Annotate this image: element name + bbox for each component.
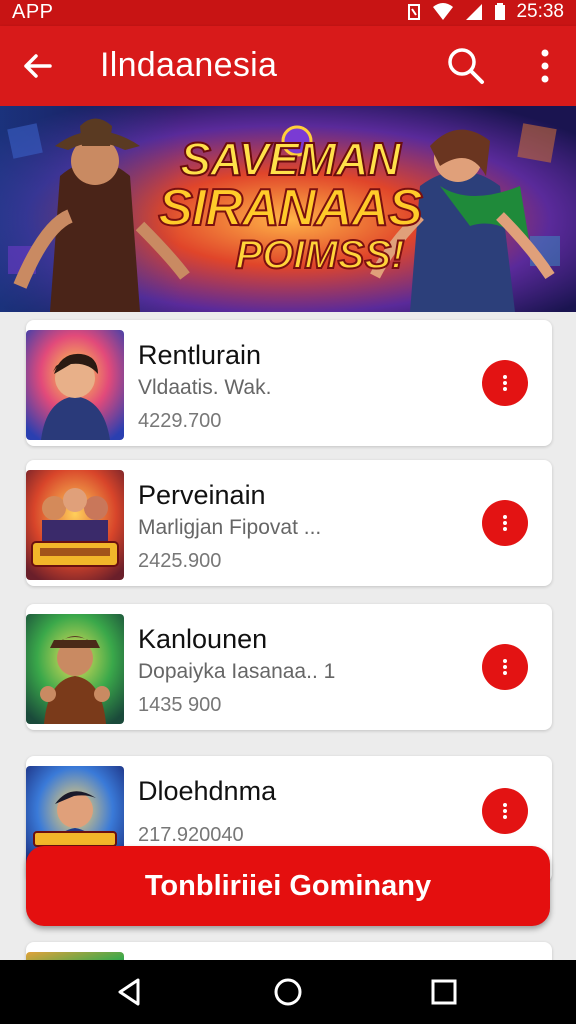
list-item[interactable]: Rentlurain Vldaatis. Wak. 4229.700 [26, 320, 552, 446]
signal-icon [466, 4, 483, 20]
app-bar: Ilndaanesia [0, 26, 576, 106]
nfc-icon [408, 4, 421, 20]
more-vertical-icon[interactable] [528, 44, 562, 88]
nav-back-icon[interactable] [114, 976, 146, 1008]
game-price: 217.920040 [138, 824, 244, 846]
status-icons: 25:38 [406, 1, 564, 23]
status-app-label: APP [12, 1, 54, 23]
back-arrow-icon[interactable] [18, 46, 58, 86]
game-title: Perveinain [138, 480, 266, 510]
game-title: Kanlounen [138, 624, 268, 654]
game-title: Rentlurain [138, 340, 262, 370]
banner-line-3: POIMSS! [235, 233, 406, 277]
banner-line-2: SIRANAAS [157, 179, 424, 237]
search-icon[interactable] [444, 44, 488, 88]
status-bar: APP 25:38 [0, 0, 576, 26]
promo-banner[interactable]: SAVEMAN SIRANAAS POIMSS! [0, 106, 576, 312]
game-thumbnail [26, 330, 124, 440]
game-description: Dopaiyka Iasanaa.. 1 [138, 660, 336, 683]
banner-headline: SAVEMAN SIRANAAS POIMSS! [140, 133, 440, 277]
game-thumbnail [26, 614, 124, 724]
list-item[interactable]: Kanlounen Dopaiyka Iasanaa.. 1 1435 900 [26, 604, 552, 730]
nav-home-icon[interactable] [272, 976, 304, 1008]
primary-action-button[interactable]: Tonbliriiei Gominany [26, 846, 550, 926]
menu-dots-icon[interactable] [482, 788, 528, 834]
game-price: 2425.900 [138, 550, 222, 572]
game-description: Vldaatis. Wak. [138, 376, 272, 399]
menu-dots-icon[interactable] [482, 644, 528, 690]
battery-icon [495, 3, 506, 20]
system-nav-bar [0, 960, 576, 1024]
menu-dots-icon[interactable] [482, 500, 528, 546]
page-title: Ilndaanesia [100, 46, 278, 84]
nav-recents-icon[interactable] [428, 976, 460, 1008]
menu-dots-icon[interactable] [482, 360, 528, 406]
wifi-icon [433, 3, 454, 20]
game-price: 4229.700 [138, 410, 222, 432]
game-title: Dloehdnma [138, 776, 277, 806]
list-item[interactable]: Perveinain Marligjan Fipovat ... 2425.90… [26, 460, 552, 586]
banner-line-1: SAVEMAN [179, 133, 402, 185]
game-description: Marligjan Fipovat ... [138, 516, 322, 539]
status-time: 25:38 [516, 1, 564, 22]
game-price: 1435 900 [138, 694, 222, 716]
game-thumbnail [26, 470, 124, 580]
